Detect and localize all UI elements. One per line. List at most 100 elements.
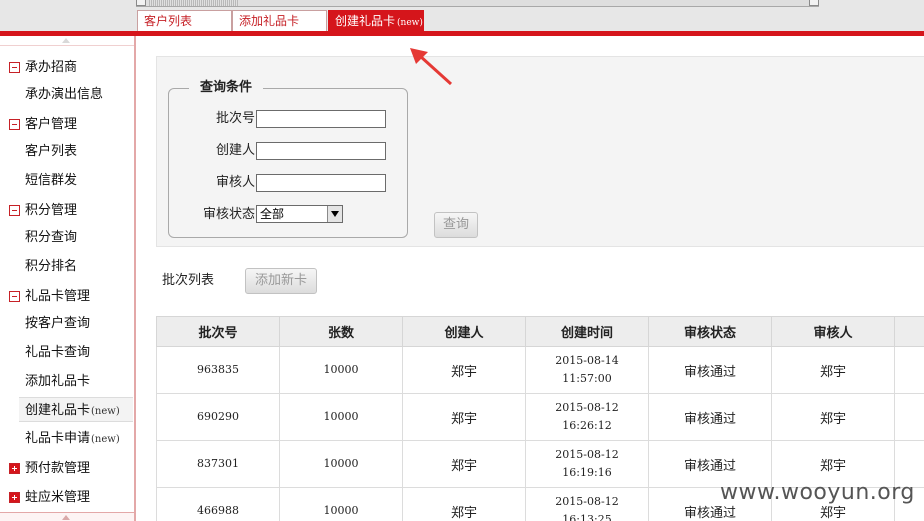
dropdown-arrow-icon[interactable] <box>327 206 342 222</box>
tab-label: 客户列表 <box>144 14 193 28</box>
chevron-up-icon <box>62 38 70 43</box>
sidebar-group-prepayment[interactable]: 预付款管理 <box>0 456 134 481</box>
new-tag: (new) <box>397 18 423 28</box>
horizontal-scrollbar[interactable] <box>136 0 819 7</box>
sidebar-group-label: 客户管理 <box>25 117 78 132</box>
batch-no-cell: 690290 <box>156 393 280 441</box>
creator-cell: 郑宇 <box>402 440 526 488</box>
extra-cell <box>894 393 924 441</box>
reviewer-label: 审核人 <box>215 175 255 190</box>
query-conditions-legend: 查询条件 <box>189 80 264 96</box>
created-date: 2015-08-12 <box>555 401 619 414</box>
scroll-right-arrow-icon[interactable] <box>809 0 819 6</box>
column-header: 张数 <box>279 316 403 347</box>
column-header: 审核人 <box>771 316 895 347</box>
tab-customer-list[interactable]: 客户列表 <box>137 10 232 31</box>
sidebar-item-gift-card-apply[interactable]: 礼品卡申请(new) <box>0 426 134 451</box>
review-status-label: 审核状态 <box>202 207 255 222</box>
column-header: 创建人 <box>402 316 526 347</box>
sidebar-item-create-gift-card[interactable]: 创建礼品卡(new) <box>19 397 133 422</box>
new-tag: (new) <box>91 434 120 445</box>
query-panel: 查询条件 批次号 创建人 审核人 审核状态 全部 查询 <box>156 56 924 247</box>
batch-no-cell: 466988 <box>156 487 280 521</box>
watermark: www.wooyun.org <box>720 480 915 505</box>
creator-label: 创建人 <box>215 143 255 158</box>
reviewer-input[interactable] <box>256 174 386 192</box>
table-row[interactable]: 690290 10000 郑宇 2015-08-12 16:26:12 审核通过 … <box>156 393 924 441</box>
tab-label: 创建礼品卡 <box>335 14 396 28</box>
tab-add-gift-card[interactable]: 添加礼品卡 <box>232 10 327 31</box>
tab-strip: 客户列表 添加礼品卡 创建礼品卡 (new) <box>0 0 924 31</box>
created-date: 2015-08-12 <box>555 495 619 508</box>
collapse-icon <box>9 205 20 216</box>
collapse-icon <box>9 119 20 130</box>
sidebar-item-label: 礼品卡申请 <box>25 431 91 446</box>
sidebar-item-label: 按客户查询 <box>25 316 91 331</box>
status-cell: 审核通过 <box>648 346 772 394</box>
scrollbar-thumb[interactable] <box>149 0 239 6</box>
query-button[interactable]: 查询 <box>434 212 478 238</box>
column-header: 创建时间 <box>525 316 649 347</box>
sidebar-group-points[interactable]: 积分管理 <box>0 198 134 223</box>
created-clock: 16:19:16 <box>562 466 612 479</box>
count-cell: 10000 <box>279 440 403 488</box>
status-cell: 审核通过 <box>648 393 772 441</box>
sidebar-group-gift-cards[interactable]: 礼品卡管理 <box>0 284 134 309</box>
reviewer-cell: 郑宇 <box>771 346 895 394</box>
expand-icon <box>9 463 20 474</box>
sidebar-item-label: 礼品卡查询 <box>25 345 91 360</box>
annotation-arrow-icon <box>410 48 453 86</box>
sidebar-item-label: 客户列表 <box>25 144 78 159</box>
sidebar-group-label: 承办招商 <box>25 60 78 75</box>
created-clock: 11:57:00 <box>562 372 612 385</box>
sidebar-item-label: 积分查询 <box>25 230 78 245</box>
sidebar-item-points-ranking[interactable]: 积分排名 <box>0 254 134 279</box>
batch-no-input[interactable] <box>256 110 386 128</box>
sidebar-scroll-down[interactable] <box>0 512 134 521</box>
sidebar-menu: 承办招商 承办演出信息 客户管理 客户列表 短信群发 积分管理 积分查询 积分排… <box>0 36 136 521</box>
sidebar-item-label: 承办演出信息 <box>25 87 104 102</box>
creator-input[interactable] <box>256 142 386 160</box>
collapse-icon <box>9 291 20 302</box>
sidebar-scroll-up[interactable] <box>0 36 134 46</box>
reviewer-cell: 郑宇 <box>771 393 895 441</box>
count-cell: 10000 <box>279 346 403 394</box>
creator-cell: 郑宇 <box>402 487 526 521</box>
expand-icon <box>9 492 20 503</box>
column-header: 审核状态 <box>648 316 772 347</box>
creator-cell: 郑宇 <box>402 346 526 394</box>
batch-no-cell: 837301 <box>156 440 280 488</box>
query-conditions-fieldset: 查询条件 批次号 创建人 审核人 审核状态 全部 <box>168 80 408 238</box>
sidebar-item-query-by-customer[interactable]: 按客户查询 <box>0 311 134 336</box>
created-clock: 16:26:12 <box>562 419 612 432</box>
batch-list-title: 批次列表 <box>162 273 215 288</box>
sidebar-group-hosting[interactable]: 承办招商 <box>0 55 134 80</box>
batch-no-cell: 963835 <box>156 346 280 394</box>
sidebar-group-label: 积分管理 <box>25 203 78 218</box>
sidebar-group-label: 礼品卡管理 <box>25 289 91 304</box>
created-clock: 16:13:25 <box>562 513 612 521</box>
sidebar-item-customer-list[interactable]: 客户列表 <box>0 139 134 164</box>
sidebar-item-gift-card-query[interactable]: 礼品卡查询 <box>0 340 134 365</box>
review-status-select[interactable]: 全部 <box>256 205 343 223</box>
sidebar-item-label: 添加礼品卡 <box>25 374 91 389</box>
sidebar-item-label: 积分排名 <box>25 259 78 274</box>
creator-cell: 郑宇 <box>402 393 526 441</box>
table-row[interactable]: 963835 10000 郑宇 2015-08-14 11:57:00 审核通过 … <box>156 346 924 394</box>
sidebar-item-points-query[interactable]: 积分查询 <box>0 225 134 250</box>
extra-cell <box>894 346 924 394</box>
sidebar-group-customers[interactable]: 客户管理 <box>0 112 134 137</box>
sidebar-group-label: 蛀应米管理 <box>25 490 91 505</box>
sidebar-item-show-info[interactable]: 承办演出信息 <box>0 82 134 107</box>
created-time-cell: 2015-08-12 16:19:16 <box>525 440 649 488</box>
sidebar-item-add-gift-card[interactable]: 添加礼品卡 <box>0 369 134 394</box>
sidebar-item-sms-broadcast[interactable]: 短信群发 <box>0 168 134 193</box>
review-status-value: 全部 <box>260 207 285 221</box>
scroll-left-arrow-icon[interactable] <box>136 0 146 6</box>
new-tag: (new) <box>91 406 120 417</box>
sidebar-group-clipped[interactable]: 蛀应米管理 <box>0 485 134 510</box>
tab-create-gift-card[interactable]: 创建礼品卡 (new) <box>328 10 424 31</box>
add-new-card-button[interactable]: 添加新卡 <box>245 268 317 294</box>
chevron-up-icon <box>62 515 70 520</box>
created-date: 2015-08-12 <box>555 448 619 461</box>
